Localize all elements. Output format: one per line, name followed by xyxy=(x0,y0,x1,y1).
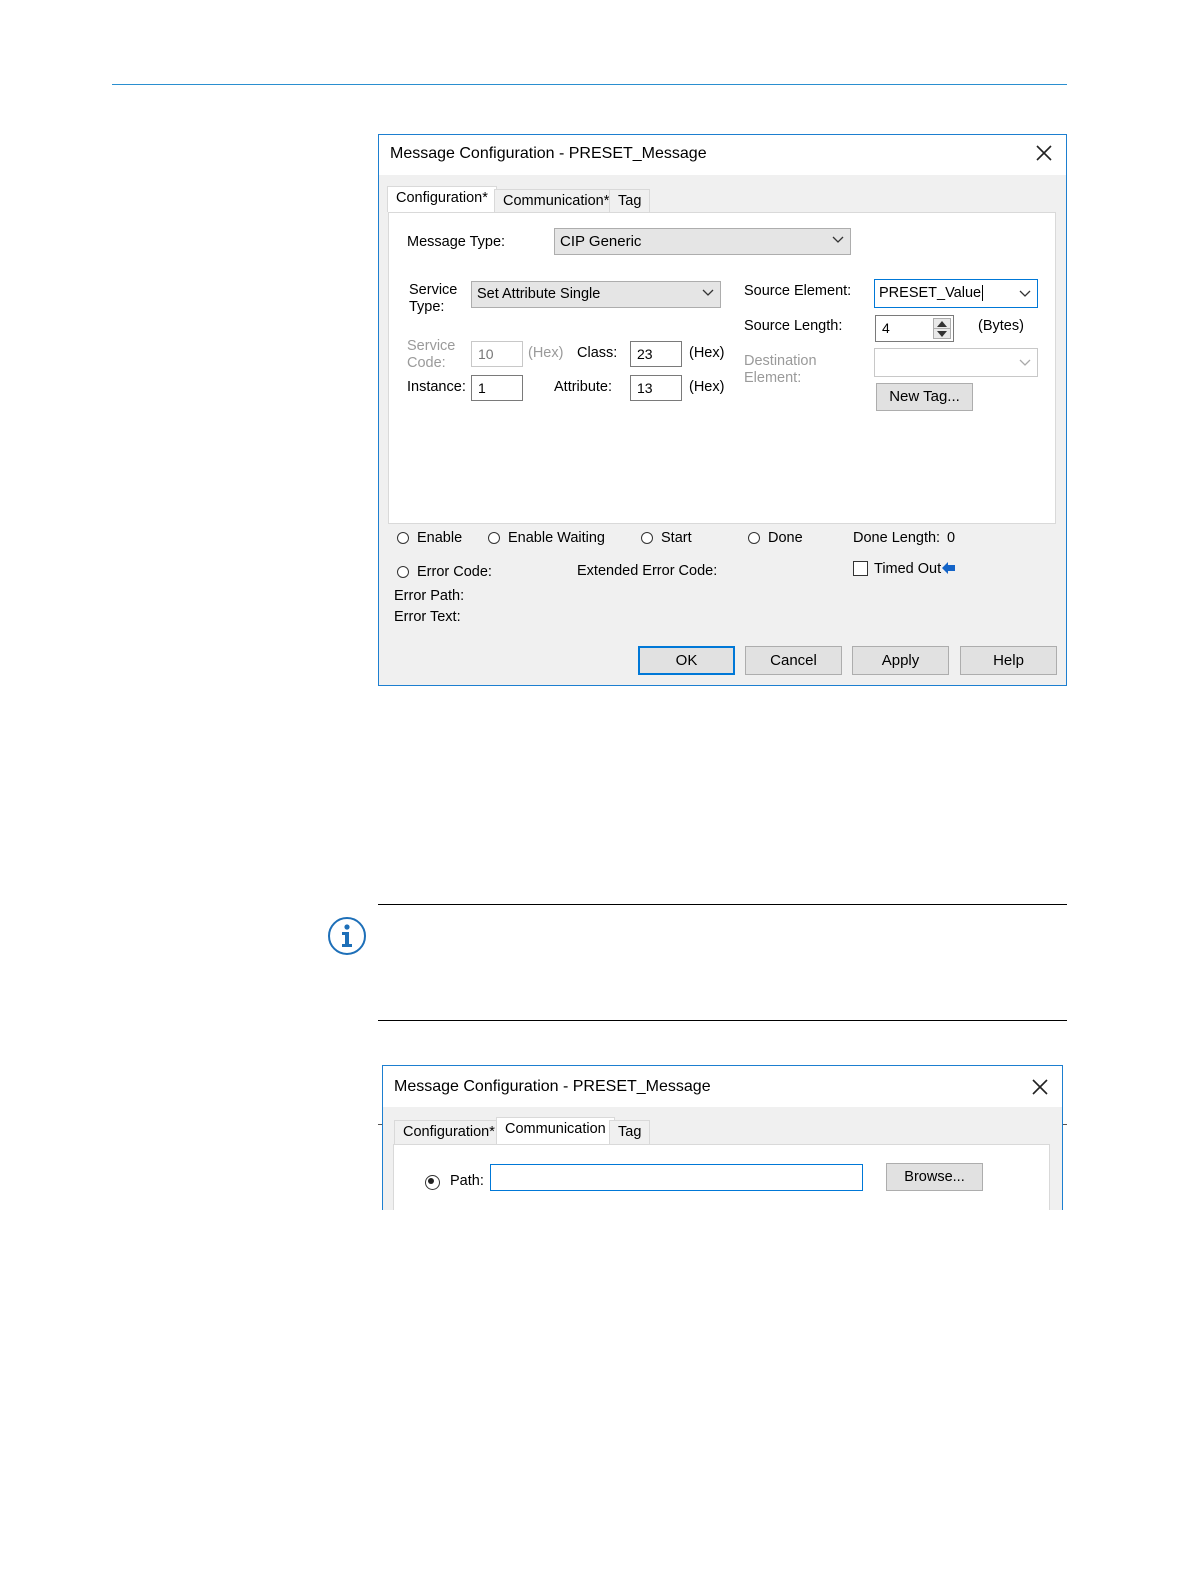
timed-out-label: Timed Out xyxy=(874,561,942,577)
spinner-control[interactable] xyxy=(933,318,951,339)
help-button[interactable]: Help xyxy=(960,646,1057,675)
tab-communication-label: Communication* xyxy=(503,193,610,209)
new-tag-button-label: New Tag... xyxy=(889,388,960,405)
enable-label: Enable xyxy=(417,530,463,546)
message-type-value: CIP Generic xyxy=(560,233,642,250)
message-configuration-dialog-2: Message Configuration - PRESET_Message C… xyxy=(382,1065,1063,1210)
instance-value: 1 xyxy=(478,380,486,396)
service-type-label-line1: Service xyxy=(409,282,458,298)
note-bottom-rule xyxy=(378,1020,1067,1021)
done-length-value: 0 xyxy=(947,530,956,546)
done-length-label: Done Length: xyxy=(853,530,941,546)
dialog-title: Message Configuration - PRESET_Message xyxy=(390,145,707,162)
tab-configuration[interactable]: Configuration* xyxy=(394,1120,504,1144)
dialog-titlebar: Message Configuration - PRESET_Message xyxy=(379,135,1066,175)
spin-down-icon[interactable] xyxy=(937,331,947,337)
tab-tag-label: Tag xyxy=(618,193,642,209)
arrow-left-icon xyxy=(942,562,955,574)
error-text-label: Error Text: xyxy=(394,609,461,625)
start-label: Start xyxy=(661,530,692,546)
class-hex-label: (Hex) xyxy=(689,345,725,361)
path-input[interactable] xyxy=(490,1164,863,1191)
service-code-hex-label: (Hex) xyxy=(528,345,564,361)
attribute-value: 13 xyxy=(637,380,653,396)
source-length-input[interactable]: 4 xyxy=(875,315,954,342)
info-icon xyxy=(328,917,366,955)
dialog2-crop: Message Configuration - PRESET_Message C… xyxy=(378,1062,1067,1210)
error-code-indicator xyxy=(397,566,409,578)
timed-out-checkbox[interactable] xyxy=(853,561,868,576)
service-code-label-line2: Code: xyxy=(407,355,446,371)
attribute-hex-label: (Hex) xyxy=(689,379,725,395)
tab-configuration-label: Configuration* xyxy=(396,190,488,206)
ok-button-label: OK xyxy=(675,652,698,669)
done-indicator xyxy=(748,532,760,544)
close-icon[interactable] xyxy=(1028,1075,1052,1099)
message-type-label: Message Type: xyxy=(407,234,506,250)
service-type-select[interactable]: Set Attribute Single xyxy=(471,281,721,308)
cancel-button[interactable]: Cancel xyxy=(745,646,842,675)
chevron-down-icon xyxy=(832,236,844,243)
tab-tag[interactable]: Tag xyxy=(609,1120,651,1144)
error-code-label: Error Code: xyxy=(417,564,492,580)
enable-waiting-label: Enable Waiting xyxy=(508,530,605,546)
class-input[interactable]: 23 xyxy=(630,341,682,367)
service-type-value: Set Attribute Single xyxy=(477,286,601,302)
cancel-button-label: Cancel xyxy=(770,652,817,669)
header-rule xyxy=(112,84,1067,85)
attribute-label: Attribute: xyxy=(554,379,613,395)
apply-button-label: Apply xyxy=(881,652,920,669)
note-top-rule xyxy=(378,904,1067,905)
start-indicator xyxy=(641,532,653,544)
bytes-label: (Bytes) xyxy=(978,318,1024,334)
tab-communication-label: Communication xyxy=(505,1121,606,1137)
spin-up-icon[interactable] xyxy=(937,321,947,327)
chevron-down-icon xyxy=(1019,290,1031,297)
ok-button[interactable]: OK xyxy=(638,646,735,675)
error-path-label: Error Path: xyxy=(394,588,465,604)
dialog2-title: Message Configuration - PRESET_Message xyxy=(394,1078,711,1095)
enable-waiting-indicator xyxy=(488,532,500,544)
path-label: Path: xyxy=(450,1173,484,1189)
service-code-label-line1: Service xyxy=(407,338,456,354)
browse-button[interactable]: Browse... xyxy=(886,1163,983,1191)
source-element-value: PRESET_Value xyxy=(879,285,984,301)
source-element-label: Source Element: xyxy=(744,283,852,299)
dialog2-titlebar: Message Configuration - PRESET_Message xyxy=(383,1066,1062,1107)
done-label: Done xyxy=(768,530,803,546)
tab-tag-label: Tag xyxy=(618,1124,642,1140)
message-type-select[interactable]: CIP Generic xyxy=(554,228,851,255)
extended-error-code-label: Extended Error Code: xyxy=(577,563,718,579)
tab-communication[interactable]: Communication* xyxy=(494,189,619,212)
attribute-input[interactable]: 13 xyxy=(630,375,682,401)
enable-indicator xyxy=(397,532,409,544)
service-type-label-line2: Type: xyxy=(409,299,445,315)
tab-tag[interactable]: Tag xyxy=(609,189,651,212)
new-tag-button[interactable]: New Tag... xyxy=(876,383,973,411)
destination-element-label-line2: Element: xyxy=(744,370,802,386)
path-radio[interactable] xyxy=(425,1175,440,1190)
class-label: Class: xyxy=(577,345,618,361)
help-button-label: Help xyxy=(993,652,1024,669)
instance-input[interactable]: 1 xyxy=(471,375,523,401)
chevron-down-icon xyxy=(1019,359,1031,366)
destination-element-label-line1: Destination xyxy=(744,353,817,369)
close-icon[interactable] xyxy=(1032,141,1056,165)
tab-configuration-label: Configuration* xyxy=(403,1124,495,1140)
source-length-label: Source Length: xyxy=(744,318,843,334)
destination-element-combo xyxy=(874,348,1038,377)
instance-label: Instance: xyxy=(407,379,466,395)
tab-configuration[interactable]: Configuration* xyxy=(387,186,497,212)
source-length-value: 4 xyxy=(882,320,890,336)
chevron-down-icon xyxy=(702,289,714,296)
service-code-input: 10 xyxy=(471,341,523,367)
message-configuration-dialog: Message Configuration - PRESET_Message C… xyxy=(378,134,1067,686)
browse-button-label: Browse... xyxy=(904,1169,965,1185)
tab-communication[interactable]: Communication xyxy=(496,1117,615,1144)
service-code-value: 10 xyxy=(478,346,494,362)
class-value: 23 xyxy=(637,346,653,362)
source-element-combo[interactable]: PRESET_Value xyxy=(874,279,1038,308)
apply-button[interactable]: Apply xyxy=(852,646,949,675)
spinner-divider xyxy=(934,328,950,329)
